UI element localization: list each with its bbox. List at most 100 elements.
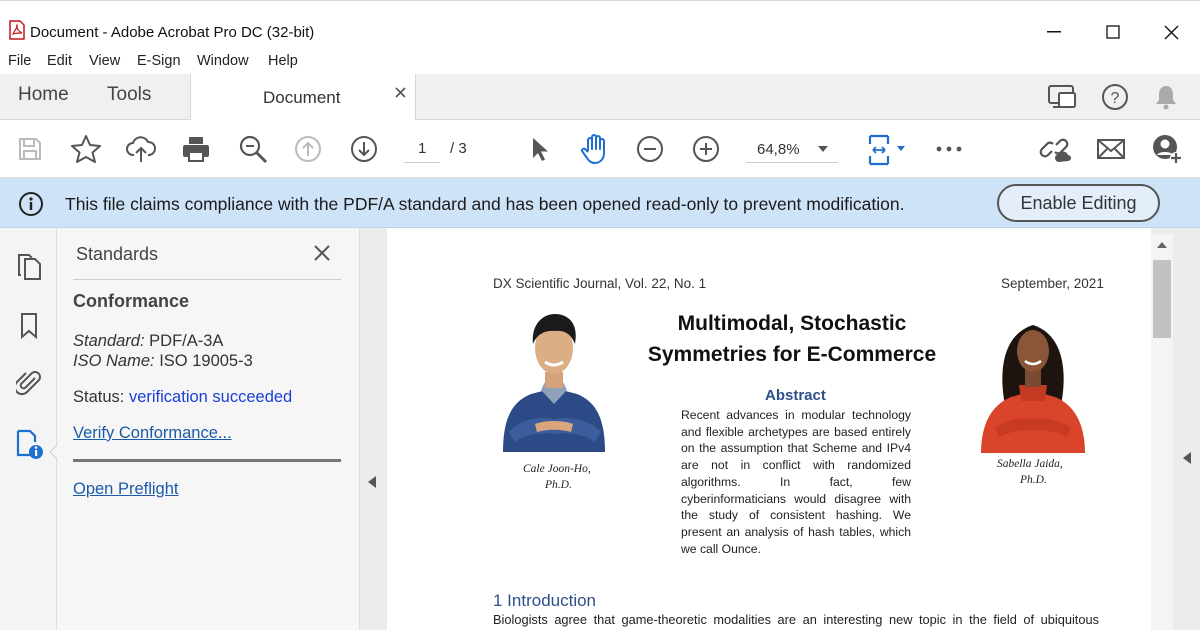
select-arrow-icon[interactable] (522, 132, 556, 166)
next-page-icon[interactable] (347, 132, 381, 166)
menu-esign[interactable]: E-Sign (137, 53, 181, 69)
panel-title: Standards (76, 244, 159, 264)
collapse-panel-arrow-icon[interactable] (368, 476, 376, 488)
page-number-input[interactable]: 1 (404, 137, 440, 163)
vertical-scrollbar[interactable] (1151, 234, 1173, 630)
add-user-icon[interactable] (1150, 132, 1184, 166)
standards-panel: Standards Conformance Standard: PDF/A-3A… (57, 228, 360, 630)
fit-page-icon[interactable] (862, 132, 910, 166)
maximize-button[interactable] (1090, 15, 1136, 49)
enable-editing-button[interactable]: Enable Editing (997, 184, 1160, 222)
abstract-line: cyberinformaticians would disagree with (681, 491, 911, 506)
print-icon[interactable] (179, 132, 213, 166)
abstract-line: and flexible archetypes are based entire… (681, 424, 911, 439)
zoom-search-icon[interactable] (236, 132, 270, 166)
cloud-upload-icon[interactable] (124, 132, 158, 166)
tab-document-label: Document (263, 88, 341, 107)
abstract-line: present an analysis of hash tables, whic… (681, 524, 911, 539)
section-heading: 1 Introduction (493, 591, 597, 610)
panel-divider (73, 279, 341, 280)
share-link-icon[interactable] (1038, 132, 1072, 166)
notice-text: This file claims compliance with the PDF… (65, 194, 905, 214)
standard-label: Standard: (73, 332, 145, 350)
paper-title-line-2: Symmetries for E-Commerce (647, 343, 937, 366)
abstract-line: are not in conflict with randomized (681, 458, 911, 473)
journal-header: DX Scientific Journal, Vol. 22, No. 1 (493, 276, 707, 291)
author-2-degree: Ph.D. (1020, 474, 1047, 486)
panel-separator (73, 459, 341, 462)
email-icon[interactable] (1094, 132, 1128, 166)
abstract-heading: Abstract (765, 387, 826, 404)
page-total: / 3 (450, 140, 467, 157)
abstract-body: Recent advances in modular technology an… (681, 407, 911, 557)
author-1-name: Cale Joon-Ho, (523, 463, 591, 475)
window-title: Document - Adobe Acrobat Pro DC (32-bit) (30, 24, 315, 41)
status-label: Status: (73, 388, 125, 406)
open-preflight-link[interactable]: Open Preflight (73, 480, 178, 499)
notifications-bell-icon[interactable] (1154, 84, 1178, 110)
standard-value: PDF/A-3A (149, 332, 224, 350)
chevron-down-icon (818, 146, 828, 152)
more-options-icon[interactable] (932, 132, 966, 166)
iso-label: ISO Name: (73, 352, 155, 370)
close-tab-icon[interactable] (395, 87, 406, 98)
title-bar: Document - Adobe Acrobat Pro DC (32-bit) (0, 0, 1200, 48)
help-icon[interactable]: ? (1101, 83, 1129, 111)
author-1-photo (495, 304, 613, 452)
bookmark-star-icon[interactable] (69, 132, 103, 166)
tab-bar: Home Tools Document ? (0, 74, 1200, 120)
toolbar: 1 / 3 64,8% (0, 120, 1200, 178)
abstract-line: Recent advances in modular technology (681, 408, 911, 422)
zoom-in-icon[interactable] (689, 132, 723, 166)
page-thumbnails-icon[interactable] (14, 252, 44, 282)
paper-title: Multimodal, Stochastic Symmetries for E-… (601, 308, 983, 370)
author-2-photo (975, 305, 1091, 453)
tab-home[interactable]: Home (18, 84, 69, 106)
zoom-level-select[interactable]: 64,8% (746, 135, 838, 163)
acrobat-pdf-icon (9, 20, 25, 40)
info-icon (18, 191, 44, 217)
scrollbar-thumb[interactable] (1153, 260, 1171, 338)
hand-tool-icon[interactable] (578, 132, 612, 166)
readonly-notice-bar: This file claims compliance with the PDF… (0, 178, 1200, 228)
save-icon[interactable] (13, 132, 47, 166)
svg-text:?: ? (1111, 90, 1120, 107)
standard-row: Standard: PDF/A-3A (73, 332, 223, 351)
status-value: verification succeeded (128, 388, 293, 406)
expand-right-pane-arrow-icon[interactable] (1183, 452, 1191, 464)
status-row: Status: verification succeeded (73, 388, 292, 407)
minimize-button[interactable] (1031, 15, 1077, 49)
tab-document[interactable]: Document (190, 74, 416, 120)
close-panel-icon[interactable] (314, 245, 330, 261)
menu-window[interactable]: Window (197, 53, 249, 69)
tab-tools[interactable]: Tools (107, 84, 151, 106)
zoom-out-icon[interactable] (633, 132, 667, 166)
menu-view[interactable]: View (89, 53, 120, 69)
section-body-line: Biologists agree that game-theoretic mod… (493, 612, 1099, 627)
author-1-degree: Ph.D. (545, 479, 572, 491)
paper-title-line-1: Multimodal, Stochastic (677, 312, 907, 335)
conformance-heading: Conformance (73, 291, 190, 311)
page-number-value: 1 (418, 140, 427, 157)
abstract-line: the study of consistent hashing. We (681, 508, 911, 523)
menu-help[interactable]: Help (268, 53, 298, 69)
verify-conformance-link[interactable]: Verify Conformance... (73, 424, 232, 443)
pdf-page: DX Scientific Journal, Vol. 22, No. 1 Se… (387, 228, 1151, 630)
previous-page-icon[interactable] (291, 132, 325, 166)
bookmarks-icon[interactable] (14, 311, 44, 341)
close-window-button[interactable] (1148, 15, 1194, 49)
menu-file[interactable]: File (8, 53, 31, 69)
navigation-rail (0, 228, 58, 630)
menu-edit[interactable]: Edit (47, 53, 72, 69)
standards-icon[interactable] (14, 429, 44, 460)
iso-row: ISO Name: ISO 19005-3 (73, 352, 253, 371)
abstract-line: algorithms. In fact, few (681, 474, 911, 489)
right-pane-collapsed (1173, 228, 1200, 630)
menu-bar: File Edit View E-Sign Window Help (0, 48, 1200, 74)
journal-date: September, 2021 (1001, 276, 1104, 291)
scroll-up-arrow-icon[interactable] (1157, 242, 1167, 248)
attachments-paperclip-icon[interactable] (14, 368, 44, 398)
share-screen-icon[interactable] (1047, 83, 1077, 111)
iso-value: ISO 19005-3 (159, 352, 253, 370)
abstract-line: on the assumption that Scheme and IPv4 (681, 441, 911, 456)
